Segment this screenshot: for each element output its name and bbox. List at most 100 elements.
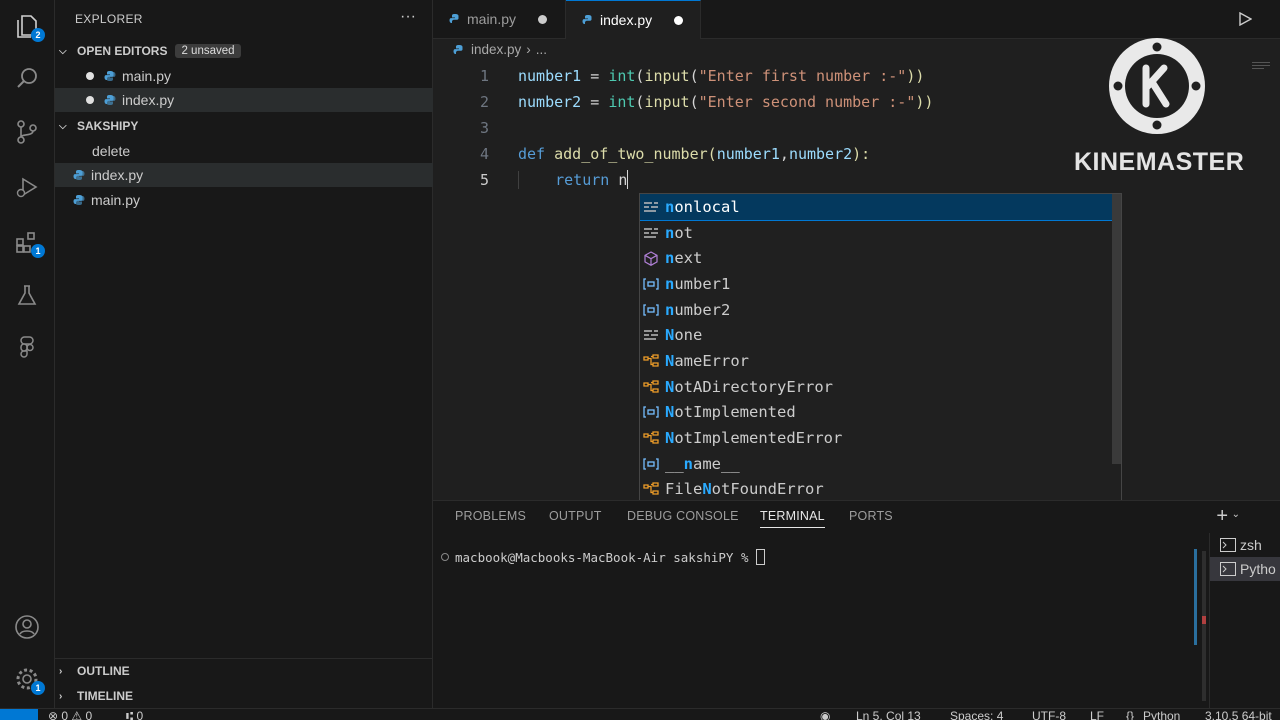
tab-terminal[interactable]: TERMINAL xyxy=(760,509,825,528)
terminal-list: zsh Pytho xyxy=(1209,533,1280,709)
code-token: n xyxy=(618,170,628,189)
code-token: "Enter first number :-" xyxy=(698,66,907,85)
suggestion-label: nonlocal xyxy=(665,197,740,216)
outline-header[interactable]: › OUTLINE xyxy=(55,660,432,682)
file-index-py[interactable]: index.py xyxy=(55,163,450,187)
problems-status[interactable]: ⊗ 0 ⚠ 0 xyxy=(48,710,92,720)
code-token: int xyxy=(608,66,636,85)
python-interpreter[interactable]: 3.10.5 64-bit xyxy=(1205,710,1272,720)
suggestion-item[interactable]: NotADirectoryError xyxy=(640,374,1121,400)
class-icon xyxy=(642,481,660,497)
copilot-icon[interactable]: ◉ xyxy=(820,710,830,720)
terminal-overview-ruler xyxy=(1202,551,1206,701)
suggestion-label: NotADirectoryError xyxy=(665,377,833,396)
suggestion-item[interactable]: next xyxy=(640,245,1121,271)
suggestion-item[interactable]: number1 xyxy=(640,271,1121,297)
python-file-icon xyxy=(73,195,85,205)
terminal-prompt: macbook@Macbooks-MacBook-Air sakshiPY % xyxy=(455,549,757,565)
variable-icon xyxy=(642,404,660,420)
extensions-icon[interactable]: 1 xyxy=(13,228,45,258)
python-file-icon xyxy=(582,15,592,24)
suggestion-item[interactable]: NotImplementedError xyxy=(640,425,1121,451)
open-editors-header[interactable]: ⌵ OPEN EDITORS 2 unsaved xyxy=(55,40,432,62)
suggestion-item[interactable]: not xyxy=(640,220,1121,246)
file-main-py[interactable]: main.py xyxy=(55,188,450,212)
suggestion-item[interactable]: nonlocal xyxy=(640,194,1121,221)
source-control-icon[interactable] xyxy=(13,118,41,146)
cursor-position[interactable]: Ln 5, Col 13 xyxy=(856,710,921,720)
eol[interactable]: LF xyxy=(1090,710,1104,720)
settings-gear-icon[interactable]: 1 xyxy=(13,665,45,695)
run-debug-icon[interactable] xyxy=(13,173,41,201)
timeline-header[interactable]: › TIMELINE xyxy=(55,685,432,707)
indentation[interactable]: Spaces: 4 xyxy=(950,710,1003,720)
settings-badge: 1 xyxy=(31,681,45,695)
suggestion-label: next xyxy=(665,249,703,268)
more-actions-icon[interactable]: ··· xyxy=(400,8,416,26)
figma-icon[interactable] xyxy=(13,334,41,362)
unsaved-dot-icon[interactable] xyxy=(86,96,94,104)
suggestion-item[interactable]: FileNotFoundError xyxy=(640,477,1121,503)
suggestion-item[interactable]: __name__ xyxy=(640,451,1121,477)
file-delete[interactable]: delete xyxy=(55,139,469,163)
tab-debug-console[interactable]: DEBUG CONSOLE xyxy=(627,509,739,523)
breadcrumb: index.py › ... xyxy=(453,42,547,57)
python-file-icon xyxy=(104,95,116,105)
chevron-down-icon[interactable]: ⌄ xyxy=(1232,509,1240,520)
explorer-title: EXPLORER xyxy=(75,12,143,26)
remote-indicator[interactable] xyxy=(0,709,38,720)
unsaved-dot-icon[interactable] xyxy=(674,15,684,25)
tab-bar: main.py index.py xyxy=(433,0,1280,39)
tab-label: main.py xyxy=(467,11,517,27)
ports-status[interactable]: ⑆ 0 xyxy=(126,710,143,720)
python-file-icon xyxy=(73,170,85,180)
suggestion-item[interactable]: NotImplemented xyxy=(640,400,1121,426)
folder-header[interactable]: ⌵ SAKSHIPY xyxy=(55,115,432,137)
keyword-icon xyxy=(642,199,660,215)
code-token: "Enter second number :-" xyxy=(698,92,916,111)
terminal-output[interactable]: macbook@Macbooks-MacBook-Air sakshiPY % xyxy=(441,549,766,565)
breadcrumb-more[interactable]: ... xyxy=(536,42,547,57)
suggestion-widget[interactable]: nonlocal not next number1 number2 None NameErr… xyxy=(639,193,1122,506)
open-editor-index-py[interactable]: index.py xyxy=(55,88,463,112)
code-token: )) xyxy=(906,66,925,85)
divider xyxy=(55,658,432,659)
suggestion-item[interactable]: None xyxy=(640,322,1121,348)
tab-index-py[interactable]: index.py xyxy=(566,0,701,39)
tab-ports[interactable]: PORTS xyxy=(849,509,893,523)
testing-icon[interactable] xyxy=(13,281,41,309)
suggestion-label: None xyxy=(665,326,703,345)
text-cursor xyxy=(627,170,629,189)
kinemaster-logo xyxy=(1109,38,1205,134)
minimap[interactable] xyxy=(1252,62,1270,72)
suggestion-label: NotImplementedError xyxy=(665,429,843,448)
unsaved-dot-icon[interactable] xyxy=(538,14,548,24)
account-icon[interactable] xyxy=(13,613,41,641)
terminal-item-python[interactable]: Pytho xyxy=(1210,557,1280,581)
chevron-down-icon: ⌵ xyxy=(59,45,67,57)
search-icon[interactable] xyxy=(13,64,41,92)
explorer-icon[interactable]: 2 xyxy=(13,12,45,42)
variable-icon xyxy=(642,276,660,292)
encoding[interactable]: UTF-8 xyxy=(1032,710,1066,720)
code-token: number1 xyxy=(518,66,582,85)
suggestion-item[interactable]: number2 xyxy=(640,297,1121,323)
folder-label: SAKSHIPY xyxy=(77,119,139,133)
tab-problems[interactable]: PROBLEMS xyxy=(455,509,526,523)
suggestion-item[interactable]: NameError xyxy=(640,348,1121,374)
suggestion-scrollbar[interactable] xyxy=(1112,194,1121,464)
language-mode[interactable]: Python xyxy=(1143,710,1180,720)
unsaved-dot-icon[interactable] xyxy=(86,72,94,80)
class-icon xyxy=(642,379,660,395)
open-editor-main-py[interactable]: main.py xyxy=(55,64,463,88)
terminal-scrollbar[interactable] xyxy=(1194,549,1197,645)
new-terminal-icon[interactable]: + xyxy=(1216,505,1228,528)
tab-main-py[interactable]: main.py xyxy=(433,0,566,38)
breadcrumb-file[interactable]: index.py xyxy=(471,42,521,57)
file-label: delete xyxy=(92,143,131,159)
python-file-icon xyxy=(449,14,459,23)
terminal-item-zsh[interactable]: zsh xyxy=(1210,533,1280,557)
explorer-sidebar: EXPLORER ··· ⌵ OPEN EDITORS 2 unsaved ma… xyxy=(55,0,463,708)
run-icon[interactable] xyxy=(1238,12,1252,26)
tab-output[interactable]: OUTPUT xyxy=(549,509,602,523)
